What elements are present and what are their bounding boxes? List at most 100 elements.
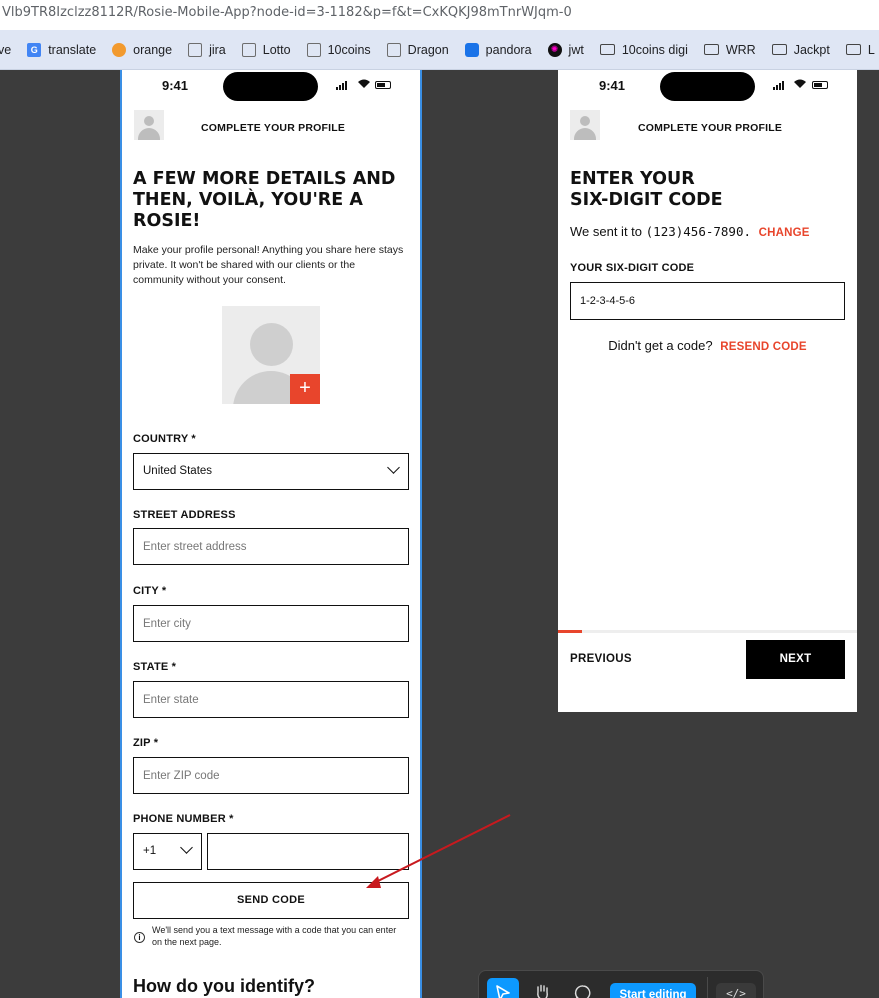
toolbar-divider [707, 977, 708, 998]
bookmark-orange[interactable]: orange [112, 42, 172, 57]
phone-number-text: (123)456-7890. [645, 224, 751, 239]
bookmark-ve[interactable]: ve [0, 43, 11, 57]
state-input[interactable] [133, 681, 409, 718]
zip-label: ZIP * [133, 737, 159, 749]
avatar[interactable] [134, 110, 164, 140]
bookmark-pandora[interactable]: pandora [464, 42, 532, 57]
bookmark-label: L [867, 42, 875, 57]
google-translate-icon: G [27, 42, 42, 57]
signal-icon [336, 81, 347, 90]
city-label: CITY * [133, 585, 167, 597]
start-editing-button[interactable]: Start editing [610, 983, 696, 998]
page-title-line: THEN, VOILÀ, YOU'RE A [133, 190, 363, 210]
bookmarks-bar: ve Gtranslate orange jira Lotto 10coins … [0, 30, 879, 70]
mosaic-icon [386, 42, 401, 57]
mosaic-icon [188, 42, 203, 57]
bookmark-jackpt[interactable]: Jackpt [771, 42, 830, 57]
chevron-down-icon [387, 461, 400, 474]
progress-bar-fill [558, 630, 582, 633]
sent-to-text: We sent it to [570, 224, 643, 239]
figma-toolbar: Start editing </> [478, 970, 764, 998]
dev-mode-button[interactable]: </> [716, 983, 756, 998]
bookmark-10coins-digi[interactable]: 10coins digi [599, 42, 688, 57]
next-button[interactable]: NEXT [746, 640, 845, 679]
page-title-line: A FEW MORE DETAILS AND [133, 169, 396, 189]
add-photo-button[interactable]: + [290, 374, 320, 404]
address-bar[interactable]: Vlb9TR8Izclzz8112R/Rosie-Mobile-App?node… [0, 0, 879, 30]
bookmark-label: Dragon [407, 42, 449, 57]
signal-icon [773, 81, 784, 90]
avatar[interactable] [570, 110, 600, 140]
wifi-icon [794, 79, 806, 88]
hand-icon [537, 984, 548, 998]
bookmark-label: 10coins digi [621, 42, 688, 57]
jwt-icon: ✺ [547, 42, 562, 57]
bookmark-jwt[interactable]: ✺ jwt [547, 42, 584, 57]
folder-icon [845, 44, 861, 55]
bookmark-10coins[interactable]: 10coins [306, 42, 371, 57]
cursor-icon [496, 985, 510, 998]
comment-icon [574, 985, 591, 998]
person-head-shape [250, 323, 293, 366]
bookmark-translate[interactable]: Gtranslate [27, 42, 97, 57]
bookmark-label: pandora [485, 42, 532, 57]
status-bar: 9:41 [558, 70, 857, 104]
page-title-line: SIX-DIGIT CODE [570, 190, 723, 210]
comment-tool-button[interactable] [574, 984, 592, 998]
send-code-button[interactable]: SEND CODE [133, 882, 409, 919]
folder-icon [703, 44, 719, 55]
identify-heading: How do you identify? [133, 976, 315, 996]
page-title-line: ROSIE! [133, 211, 201, 231]
bookmark-jira[interactable]: jira [188, 42, 226, 57]
bookmark-lotto[interactable]: Lotto [241, 42, 291, 57]
intro-text: Make your profile personal! Anything you… [133, 244, 404, 286]
country-select[interactable]: United States [133, 453, 409, 490]
no-code-text: Didn't get a code? [608, 338, 713, 353]
dynamic-island [660, 72, 755, 101]
bookmark-dragon[interactable]: Dragon [386, 42, 449, 57]
street-address-input[interactable] [133, 528, 409, 565]
page-title: ENTER YOUR SIX-DIGIT CODE [570, 169, 723, 211]
screen-header: COMPLETE YOUR PROFILE [122, 104, 420, 146]
move-tool-button[interactable] [487, 978, 519, 998]
code-screen-frame[interactable]: 9:41 COMPLETE YOUR PROFILE ENTER YOUR SI… [558, 70, 857, 712]
country-code-value: +1 [143, 845, 157, 857]
country-label: COUNTRY * [133, 433, 196, 445]
page-title-line: ENTER YOUR [570, 169, 695, 189]
bookmark-label: translate [48, 42, 97, 57]
bookmark-label: Jackpt [793, 42, 830, 57]
folder-icon [771, 44, 787, 55]
bookmark-label: 10coins [327, 42, 371, 57]
code-label: YOUR SIX-DIGIT CODE [570, 262, 695, 274]
bookmark-label: WRR [725, 42, 756, 57]
bookmark-label: ve [0, 42, 12, 57]
status-time: 9:41 [162, 78, 189, 93]
info-icon: i [134, 932, 145, 943]
zip-input[interactable] [133, 757, 409, 794]
mosaic-icon [306, 42, 321, 57]
profile-screen-frame[interactable]: 9:41 COMPLETE YOUR PROFILE A FEW MORE DE… [120, 70, 422, 998]
change-link[interactable]: CHANGE [759, 227, 810, 239]
hand-tool-button[interactable] [533, 983, 551, 998]
country-code-select[interactable]: +1 [133, 833, 202, 870]
resend-code-link[interactable]: RESEND CODE [720, 341, 807, 353]
status-bar: 9:41 [122, 70, 420, 104]
previous-button[interactable]: PREVIOUS [570, 653, 632, 665]
bookmark-l[interactable]: L [845, 42, 875, 57]
bookmark-wrr[interactable]: WRR [703, 42, 756, 57]
city-input[interactable] [133, 605, 409, 642]
street-label: STREET ADDRESS [133, 509, 236, 521]
battery-icon [812, 81, 828, 89]
resend-line: Didn't get a code? RESEND CODE [558, 338, 857, 353]
phone-number-input[interactable] [207, 833, 409, 870]
bookmark-label: jira [209, 42, 226, 57]
country-value: United States [143, 465, 213, 477]
state-label: STATE * [133, 661, 177, 673]
wifi-icon [358, 79, 370, 88]
screen-header: COMPLETE YOUR PROFILE [558, 104, 857, 146]
chevron-down-icon [180, 841, 193, 854]
mosaic-icon [241, 42, 256, 57]
folder-icon [599, 44, 615, 55]
profile-photo-placeholder[interactable]: + [222, 306, 320, 404]
six-digit-code-input[interactable] [570, 282, 845, 320]
